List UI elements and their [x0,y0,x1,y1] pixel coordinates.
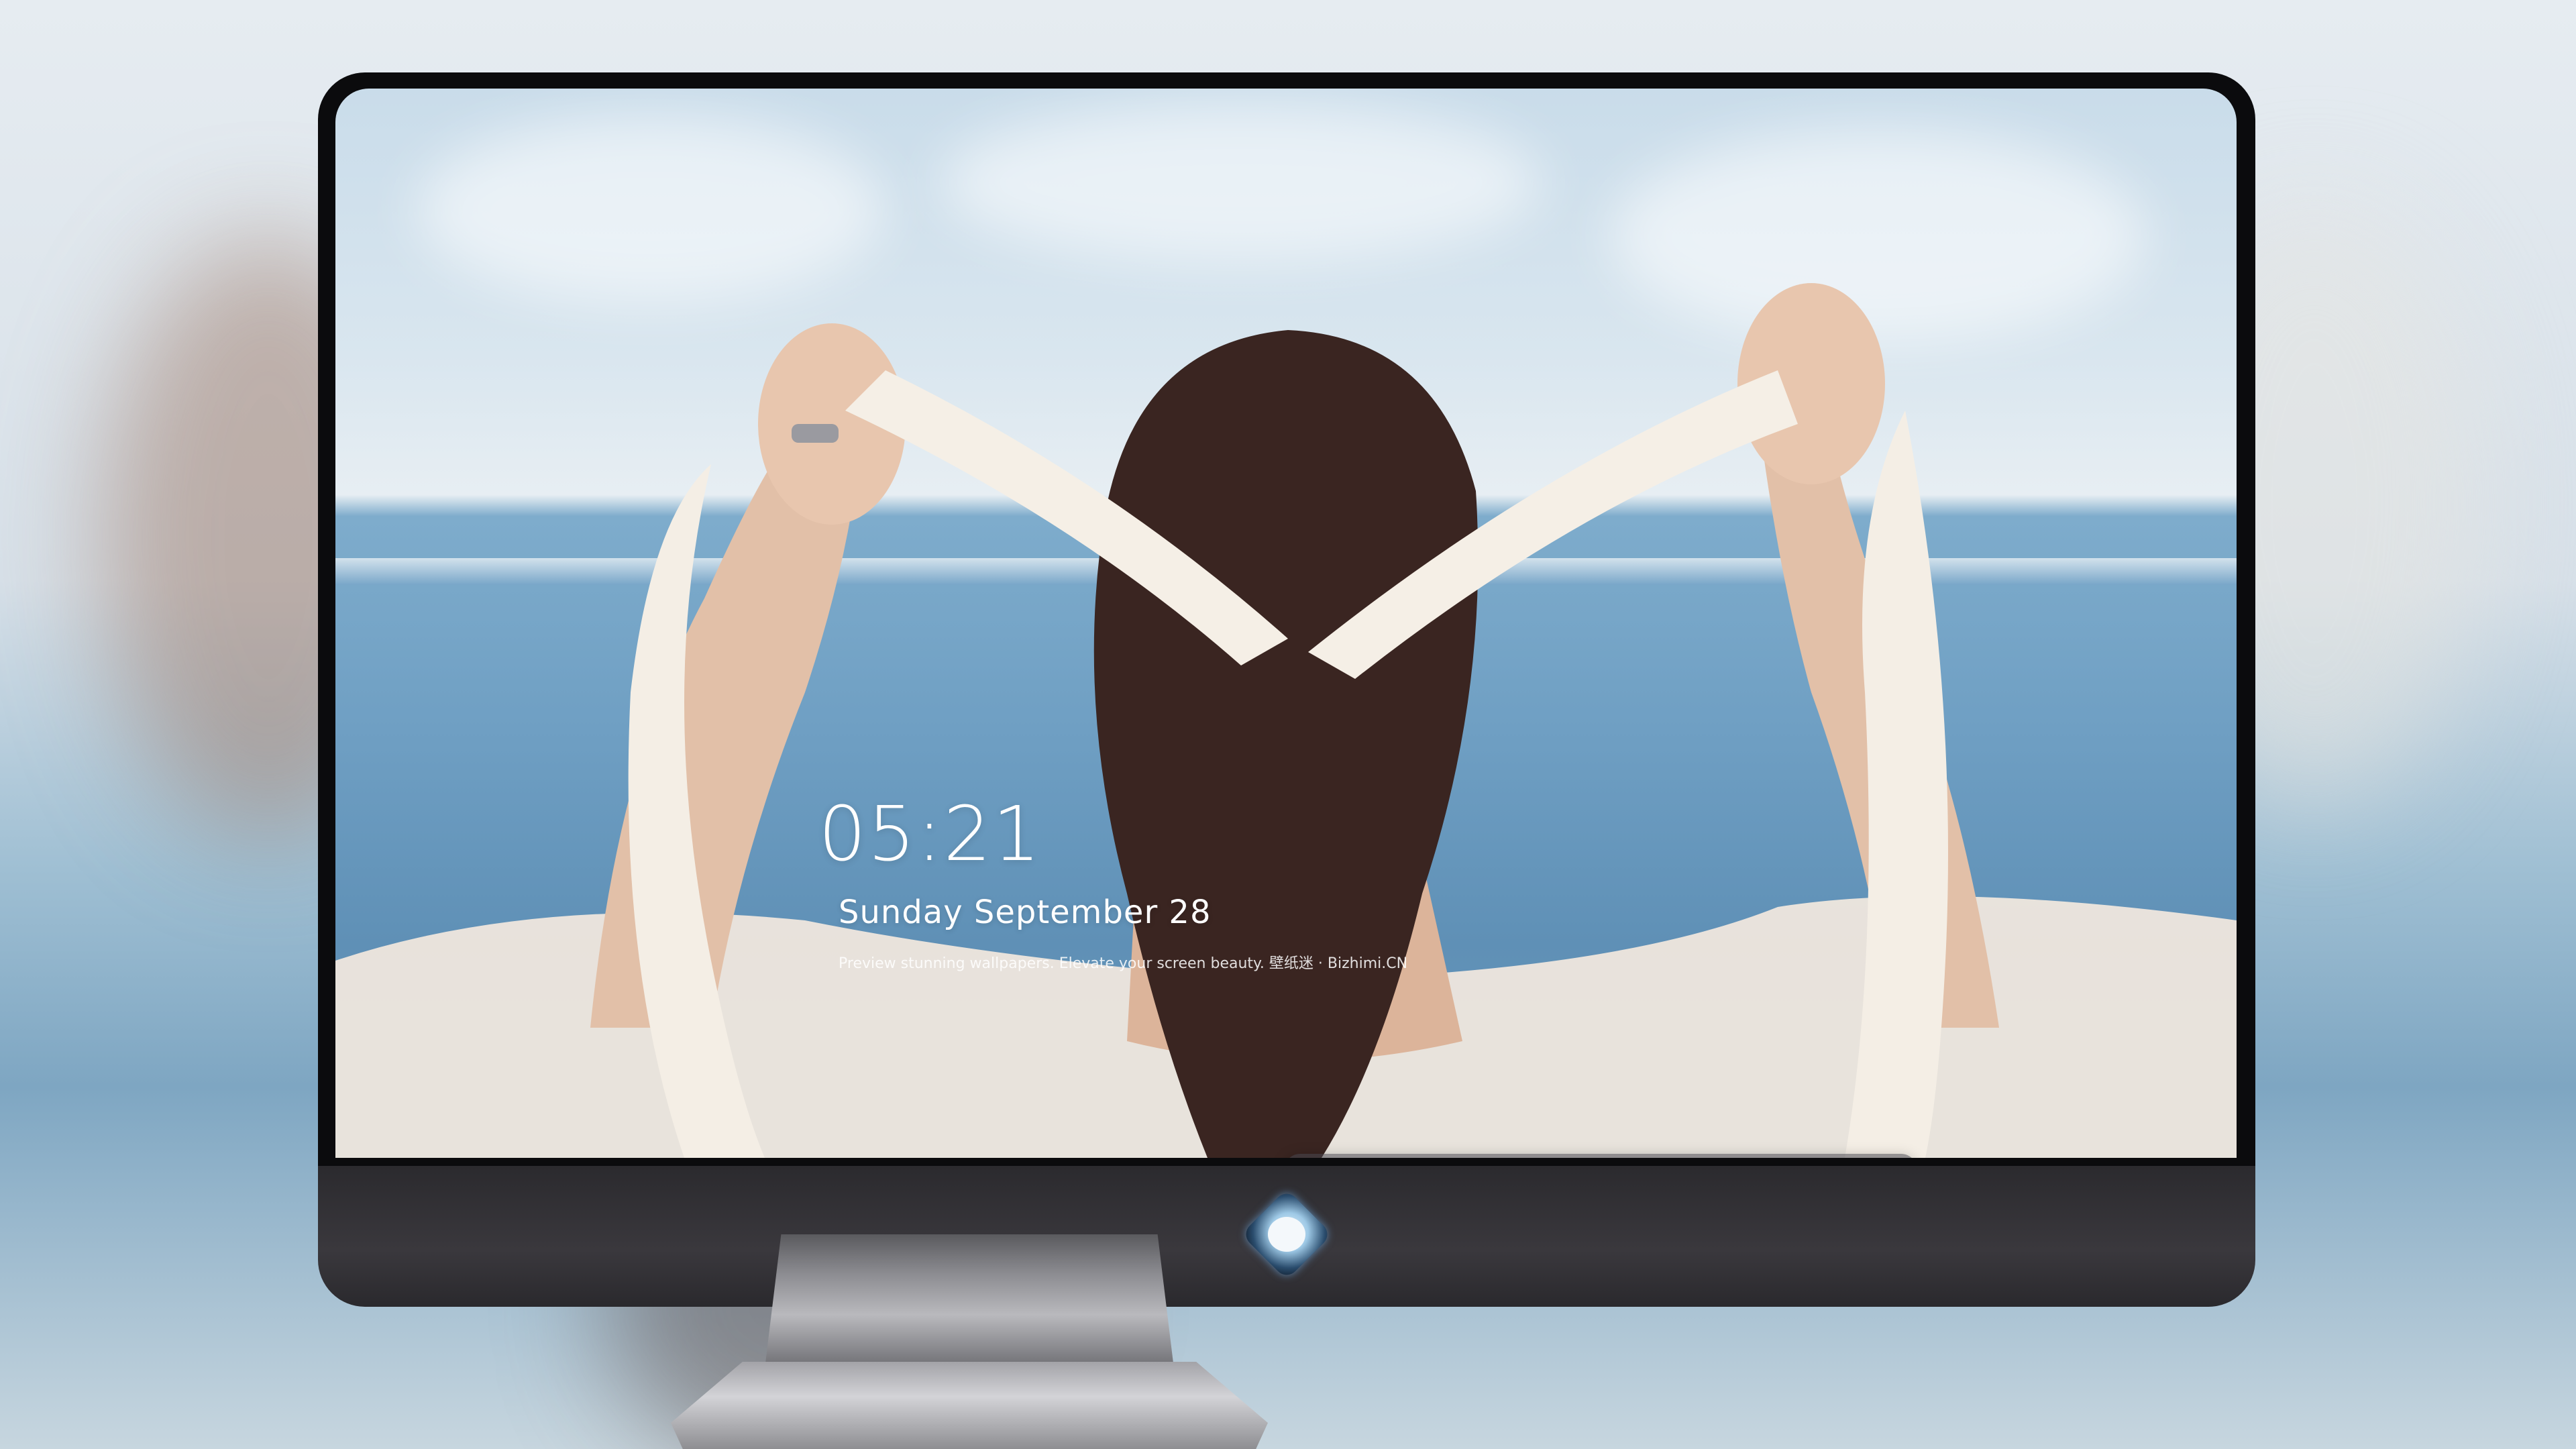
monitor-stand [765,1234,1174,1368]
monitor-chin [318,1166,2255,1307]
dock [1284,1154,1917,1158]
monitor-stand-base [671,1362,1268,1449]
monitor: 05:21 Sunday September 28 Preview stunni… [318,72,2255,1307]
lock-date: Sunday September 28 [839,894,1212,931]
wallpaper-tagline: Preview stunning wallpapers. Elevate you… [839,955,1408,972]
lock-screen: 05:21 Sunday September 28 Preview stunni… [335,89,2237,1158]
monitor-bezel: 05:21 Sunday September 28 Preview stunni… [318,72,2255,1166]
brand-mascot-icon [1268,1217,1305,1252]
wallpaper-figure [335,283,2237,1158]
lock-clock: 05:21 [818,791,1042,878]
